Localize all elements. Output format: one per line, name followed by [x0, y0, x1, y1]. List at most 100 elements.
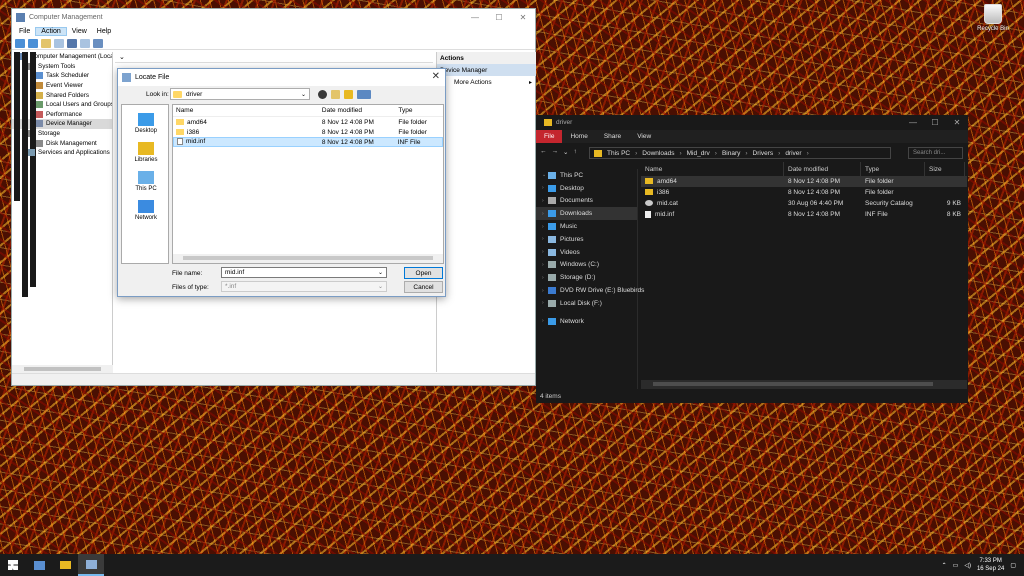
taskbar-app-computer-management[interactable]	[26, 554, 52, 576]
place-desktop[interactable]: Desktop	[122, 113, 170, 134]
minimize-button[interactable]: —	[463, 9, 487, 26]
minimize-button[interactable]: —	[902, 115, 924, 130]
show-hide-tree-icon[interactable]	[54, 38, 64, 48]
nav-item-dvd[interactable]: › DVD RW Drive (E:) Bluebirds	[536, 284, 644, 297]
nav-item-documents[interactable]: › Documents	[536, 195, 637, 208]
start-button[interactable]	[0, 554, 26, 576]
tab-file[interactable]: File	[536, 130, 563, 143]
nav-item-desktop[interactable]: › Desktop	[536, 182, 637, 195]
column-name[interactable]: Name	[173, 107, 319, 114]
file-list-scrollbar[interactable]	[173, 254, 443, 263]
breadcrumb-item[interactable]: Downloads	[642, 150, 674, 157]
file-row[interactable]: amd64 8 Nov 12 4:08 PM File folder	[641, 176, 967, 187]
help-icon[interactable]	[67, 38, 77, 48]
monitor-icon[interactable]	[93, 38, 103, 48]
new-folder-icon[interactable]	[344, 90, 353, 99]
maximize-button[interactable]: ☐	[487, 9, 511, 26]
clock[interactable]: 7:33 PM 16 Sep 24	[977, 557, 1004, 573]
open-button[interactable]: Open	[404, 267, 443, 279]
recycle-bin-shortcut[interactable]: Recycle Bin	[970, 4, 1016, 32]
place-libraries[interactable]: Libraries	[122, 142, 170, 163]
menu-help[interactable]: Help	[92, 28, 116, 35]
column-type[interactable]: Type	[395, 107, 443, 114]
forward-icon[interactable]	[28, 38, 38, 48]
chevron-up-icon[interactable]: ⌃	[942, 562, 947, 569]
dialog-close-button[interactable]: ✕	[432, 71, 440, 82]
file-row[interactable]: mid.cat 30 Aug 06 4:40 PM Security Catalog…	[641, 198, 967, 209]
explorer-scrollbar[interactable]	[641, 380, 967, 389]
nav-item-label: Documents	[560, 197, 593, 205]
expander-icon[interactable]: ›	[22, 52, 28, 297]
nav-item-pictures[interactable]: › Pictures	[536, 233, 637, 246]
more-actions-item[interactable]: More Actions	[437, 76, 536, 88]
nav-item-downloads[interactable]: › Downloads	[536, 207, 637, 221]
up-folder-icon[interactable]	[331, 90, 340, 99]
view-menu-icon[interactable]	[357, 90, 371, 99]
nav-item-drive[interactable]: › Windows (C:)	[536, 259, 637, 272]
address-bar[interactable]: This PC › Downloads › Mid_drv › Binary › Drivers…	[589, 147, 891, 159]
menu-action[interactable]: Action	[35, 27, 67, 36]
nav-item-network[interactable]: › Network	[536, 315, 637, 328]
expander-icon[interactable]	[30, 52, 36, 288]
back-icon[interactable]	[15, 38, 25, 48]
recent-locations-icon[interactable]: ⌄	[563, 148, 568, 156]
place-this-pc[interactable]: This PC	[122, 171, 170, 192]
forward-icon[interactable]: →	[552, 148, 559, 155]
system-tray: ⌃ ▭ ◁) 7:33 PM 16 Sep 24 ▢	[942, 554, 1016, 576]
dialog-titlebar[interactable]: Locate File	[118, 69, 445, 86]
nav-item-music[interactable]: › Music	[536, 220, 637, 233]
menu-file[interactable]: File	[14, 28, 35, 35]
nav-item-drive[interactable]: › Local Disk (F:)	[536, 297, 637, 310]
file-row[interactable]: mid.inf 8 Nov 12 4:08 PM INF File 8 KB	[641, 209, 967, 220]
file-row[interactable]: amd64 8 Nov 12 4:08 PM File folder	[173, 117, 443, 127]
explorer-titlebar[interactable]: driver — ☐ ✕	[536, 115, 968, 130]
network-icon[interactable]: ▭	[953, 562, 959, 569]
volume-icon[interactable]: ◁)	[964, 562, 971, 569]
breadcrumb-item[interactable]: Binary	[722, 150, 740, 157]
notifications-icon[interactable]: ▢	[1010, 562, 1016, 569]
tree-item[interactable]: › Services and Applications	[12, 52, 112, 297]
file-type: INF File	[397, 138, 421, 146]
column-size[interactable]: Size	[925, 162, 965, 176]
properties-icon[interactable]	[80, 38, 90, 48]
file-name-input[interactable]: mid.inf ⌄	[221, 267, 387, 278]
nav-item-pc[interactable]: ⌄ This PC	[536, 169, 637, 182]
menu-view[interactable]: View	[67, 28, 92, 35]
file-row[interactable]: mid.inf 8 Nov 12 4:08 PM INF File	[173, 137, 443, 147]
titlebar[interactable]: Computer Management — ☐ ✕	[12, 9, 535, 26]
taskbar-app-device-manager[interactable]	[78, 554, 104, 576]
chevron-down-icon[interactable]: ⌄	[119, 53, 125, 61]
breadcrumb-item[interactable]: Mid_drv	[687, 150, 710, 157]
actions-subheader[interactable]: Device Manager	[437, 64, 536, 76]
nav-item-drive[interactable]: › Storage (D:)	[536, 271, 637, 284]
cancel-button[interactable]: Cancel	[404, 281, 443, 293]
place-network[interactable]: Network	[122, 200, 170, 221]
search-input[interactable]: Search dri...	[908, 147, 963, 159]
file-row[interactable]: i386 8 Nov 12 4:08 PM File folder	[641, 187, 967, 198]
breadcrumb-item[interactable]: Drivers	[753, 150, 774, 157]
close-button[interactable]: ✕	[511, 9, 535, 26]
back-icon[interactable]	[318, 90, 327, 99]
tab-view[interactable]: View	[629, 130, 659, 143]
column-date-modified[interactable]: Date modified	[319, 107, 395, 114]
breadcrumb-item[interactable]: driver	[785, 150, 801, 157]
tab-share[interactable]: Share	[596, 130, 629, 143]
files-of-type-dropdown[interactable]: *.inf ⌄	[221, 281, 387, 292]
close-button[interactable]: ✕	[946, 115, 968, 130]
expander-icon[interactable]	[14, 52, 20, 201]
tree-scrollbar[interactable]	[12, 365, 113, 373]
column-type[interactable]: Type	[861, 162, 925, 176]
up-arrow-icon[interactable]: ↑	[573, 148, 576, 155]
column-date-modified[interactable]: Date modified	[784, 162, 861, 176]
taskbar-app-file-explorer[interactable]	[52, 554, 78, 576]
tab-home[interactable]: Home	[562, 130, 595, 143]
file-row[interactable]: i386 8 Nov 12 4:08 PM File folder	[173, 127, 443, 137]
look-in-dropdown[interactable]: driver ⌄	[170, 88, 310, 100]
computer-management-icon	[33, 560, 45, 570]
maximize-button[interactable]: ☐	[924, 115, 946, 130]
breadcrumb-item[interactable]: This PC	[607, 150, 630, 157]
up-folder-icon[interactable]	[41, 38, 51, 48]
nav-item-videos[interactable]: › Videos	[536, 246, 637, 259]
back-icon[interactable]: ←	[540, 148, 547, 155]
column-name[interactable]: Name	[641, 162, 784, 176]
